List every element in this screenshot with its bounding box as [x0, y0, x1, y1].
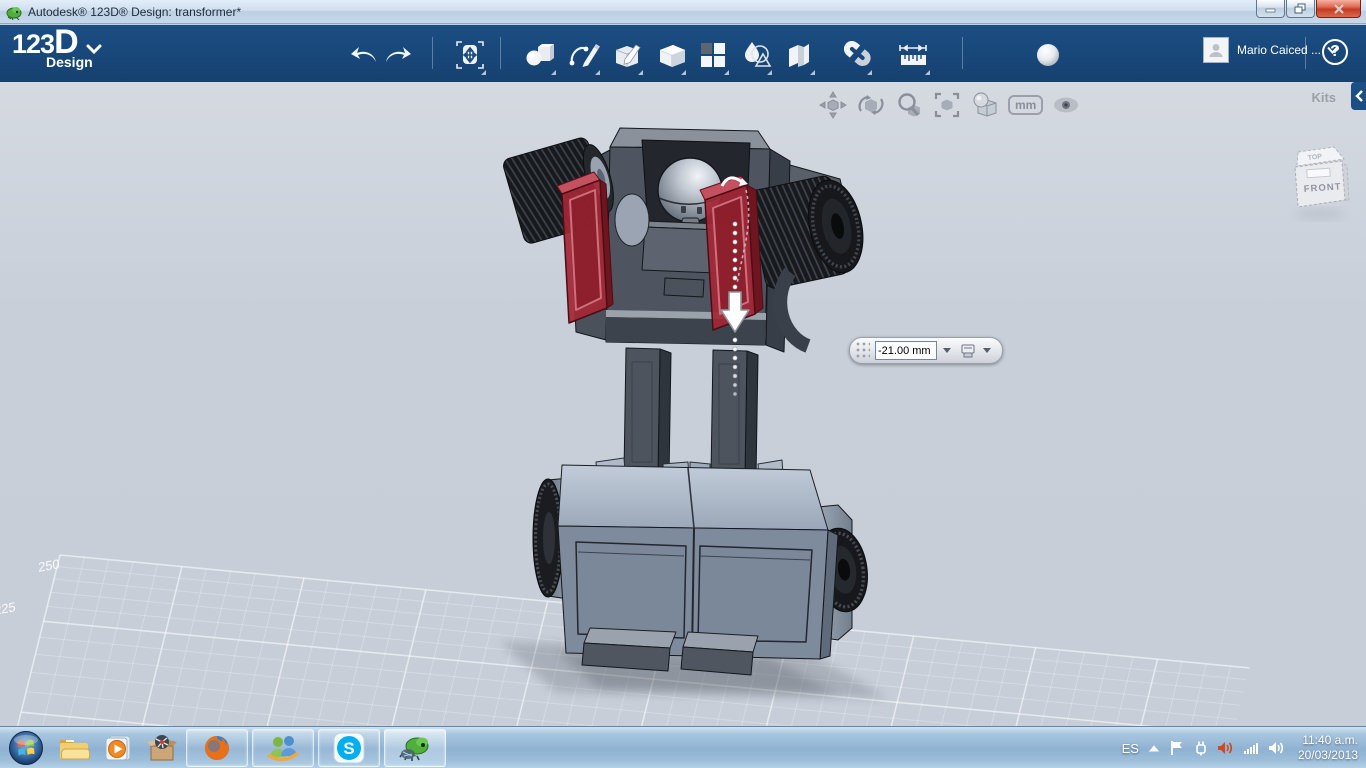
3d-scene	[16, 127, 1250, 726]
text-tool-button[interactable]	[609, 35, 645, 75]
sketch-tool-button[interactable]	[566, 35, 602, 75]
toolbar-separator	[500, 37, 501, 69]
measurement-input[interactable]	[875, 341, 937, 360]
units-button[interactable]: mm	[1008, 95, 1044, 115]
construct-tool-button[interactable]	[652, 35, 688, 75]
avatar	[1202, 37, 1229, 63]
snap-tool-button[interactable]	[838, 35, 874, 75]
media-player-taskbar-icon[interactable]	[96, 728, 140, 768]
action-center-flag-icon[interactable]	[1169, 740, 1184, 756]
app-window: Autodesk® 123D® Design: transformer* 123…	[0, 0, 1366, 768]
zoom-icon[interactable]	[894, 91, 924, 119]
main-toolbar: 123 D Design Mario Caiced ... ?	[0, 23, 1366, 82]
toolbar-separator	[1305, 37, 1306, 69]
kits-panel-toggle[interactable]	[1351, 82, 1366, 110]
split-tool-button[interactable]	[781, 35, 817, 75]
minimize-button[interactable]	[1256, 0, 1285, 18]
title-bar: Autodesk® 123D® Design: transformer*	[0, 0, 1366, 24]
view-navigation-bar: mm	[818, 91, 1081, 119]
measurement-dropdown-caret[interactable]	[943, 348, 951, 353]
transform-tool-button[interactable]	[452, 35, 488, 75]
measure-tool-button[interactable]	[896, 35, 932, 75]
user-name: Mario Caiced ...	[1236, 43, 1321, 57]
power-plug-icon[interactable]	[1193, 740, 1208, 756]
taskbar: S ES 11:40 a.m. 20/03/2013	[0, 726, 1366, 768]
dimension-style-caret[interactable]	[983, 348, 991, 353]
redo-button[interactable]	[380, 35, 416, 75]
pattern-tool-button[interactable]	[695, 35, 731, 75]
undo-button[interactable]	[346, 35, 382, 75]
material-ball-button[interactable]	[1030, 35, 1066, 75]
language-indicator[interactable]: ES	[1122, 741, 1139, 756]
tray-date: 20/03/2013	[1297, 748, 1358, 762]
measurement-toolbar[interactable]	[849, 337, 1003, 364]
app-icon	[6, 6, 22, 20]
close-button[interactable]	[1316, 0, 1361, 18]
fit-view-icon[interactable]	[932, 91, 962, 119]
restore-button[interactable]	[1286, 0, 1315, 18]
pan-icon[interactable]	[818, 91, 848, 119]
clock[interactable]: 11:40 a.m. 20/03/2013	[1298, 733, 1358, 763]
robot-lower-body	[532, 457, 868, 676]
speaker-volume-icon[interactable]	[1268, 740, 1285, 756]
skype-letter: S	[343, 739, 354, 758]
123d-design-taskbar-button[interactable]	[384, 728, 446, 767]
primitives-tool-button[interactable]	[522, 35, 558, 75]
tray-time: 11:40 a.m.	[1302, 733, 1358, 747]
system-tray: ES 11:40 a.m. 20/03/2013	[1122, 727, 1366, 768]
show-hidden-icons-arrow[interactable]	[1148, 744, 1160, 753]
toolbar-separator	[962, 37, 963, 69]
viewport-3d[interactable]: 250 225 mm Kits TOP FRONT -21.00 mm	[0, 82, 1366, 726]
box-app-taskbar-icon[interactable]	[140, 728, 184, 768]
window-title: Autodesk® 123D® Design: transformer*	[28, 4, 242, 19]
start-button[interactable]	[0, 728, 52, 768]
app-menu-logo[interactable]: 123 D Design	[12, 23, 103, 70]
3d-model-robot[interactable]	[502, 127, 873, 676]
orbit-icon[interactable]	[856, 91, 886, 119]
combine-tool-button[interactable]	[738, 35, 774, 75]
chevron-left-icon	[1354, 90, 1363, 102]
help-label: ?	[1330, 43, 1340, 60]
visibility-eye-icon[interactable]	[1051, 91, 1081, 119]
dimension-style-icon[interactable]	[960, 343, 977, 359]
view-cube[interactable]: TOP FRONT	[1282, 140, 1360, 224]
selected-part-left[interactable]	[556, 171, 614, 324]
display-settings-icon[interactable]	[970, 91, 1000, 119]
help-button[interactable]: ?	[1322, 39, 1348, 65]
user-account-menu[interactable]: Mario Caiced ...	[1202, 37, 1338, 63]
toolbar-separator	[432, 37, 433, 69]
skype-taskbar-button[interactable]: S	[318, 728, 380, 767]
explorer-taskbar-icon[interactable]	[52, 728, 96, 768]
drag-grip-icon[interactable]	[856, 342, 870, 359]
dropdown-corner	[481, 70, 486, 75]
volume-mixer-icon[interactable]	[1217, 740, 1234, 756]
network-signal-icon[interactable]	[1243, 741, 1259, 755]
kits-panel-label: Kits	[1311, 90, 1336, 105]
robot-legs	[623, 347, 759, 479]
firefox-taskbar-button[interactable]	[186, 728, 248, 767]
messenger-taskbar-button[interactable]	[252, 728, 314, 767]
